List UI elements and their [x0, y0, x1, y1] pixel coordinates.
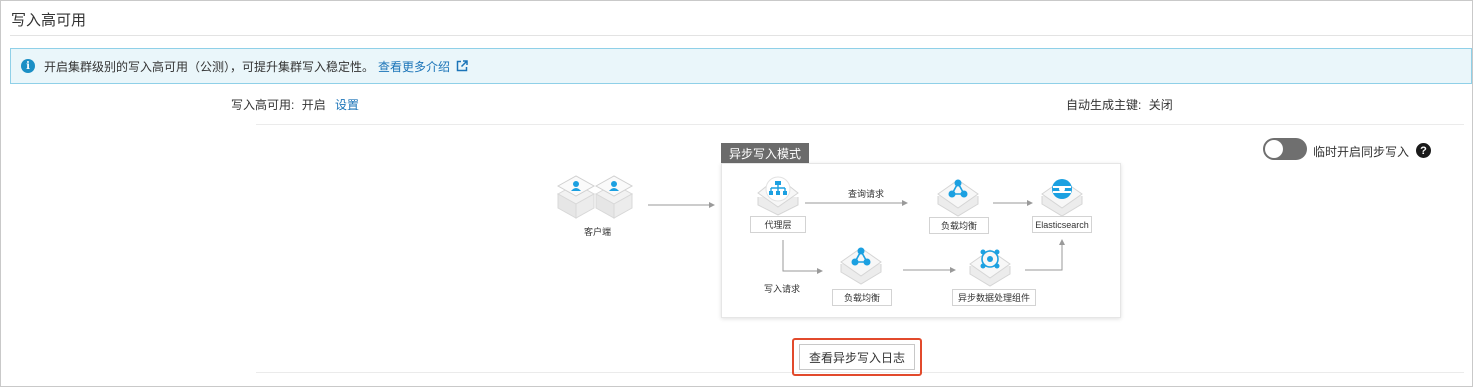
client-icon: [556, 175, 634, 219]
external-link-icon[interactable]: [456, 60, 468, 72]
view-async-log-button[interactable]: 查看异步写入日志: [799, 344, 915, 370]
elasticsearch-label: Elasticsearch: [1032, 216, 1092, 233]
help-icon[interactable]: ?: [1416, 143, 1431, 158]
info-banner: i 开启集群级别的写入高可用（公测），可提升集群写入稳定性。 查看更多介绍: [10, 48, 1472, 84]
info-text: 开启集群级别的写入高可用（公测），可提升集群写入稳定性。: [44, 59, 375, 74]
load-balancer-top-label: 负载均衡: [929, 217, 989, 234]
load-balancer-top-icon: [937, 179, 979, 217]
async-component-label: 异步数据处理组件: [952, 289, 1036, 306]
proxy-label: 代理层: [750, 216, 806, 233]
auto-key-value: 关闭: [1148, 98, 1173, 112]
async-mode-title: 异步写入模式: [721, 143, 809, 163]
query-request-label: 查询请求: [848, 189, 885, 199]
auto-key-row: 自动生成主键: 关闭: [1066, 96, 1173, 113]
ha-label: 写入高可用:: [231, 98, 295, 112]
ha-settings-link[interactable]: 设置: [335, 98, 359, 112]
auto-key-label: 自动生成主键:: [1066, 98, 1142, 112]
client-label: 客户端: [584, 227, 612, 237]
info-icon: i: [21, 59, 35, 73]
elasticsearch-icon: [1041, 179, 1083, 217]
sync-write-toggle[interactable]: [1263, 138, 1307, 160]
write-request-label: 写入请求: [764, 284, 801, 294]
learn-more-link[interactable]: 查看更多介绍: [378, 58, 450, 75]
toggle-knob: [1265, 140, 1283, 158]
sync-write-label: 临时开启同步写入: [1313, 145, 1410, 159]
title-divider: [10, 35, 1472, 36]
proxy-icon: [757, 176, 799, 216]
load-balancer-bottom-icon: [840, 247, 882, 285]
ha-setting-row: 写入高可用: 开启 设置: [231, 96, 359, 113]
load-balancer-bottom-label: 负载均衡: [832, 289, 892, 306]
ha-value: 开启: [301, 98, 326, 112]
async-component-icon: [969, 249, 1011, 287]
section-divider-top: [256, 124, 1464, 125]
page-title: 写入高可用: [11, 12, 87, 29]
